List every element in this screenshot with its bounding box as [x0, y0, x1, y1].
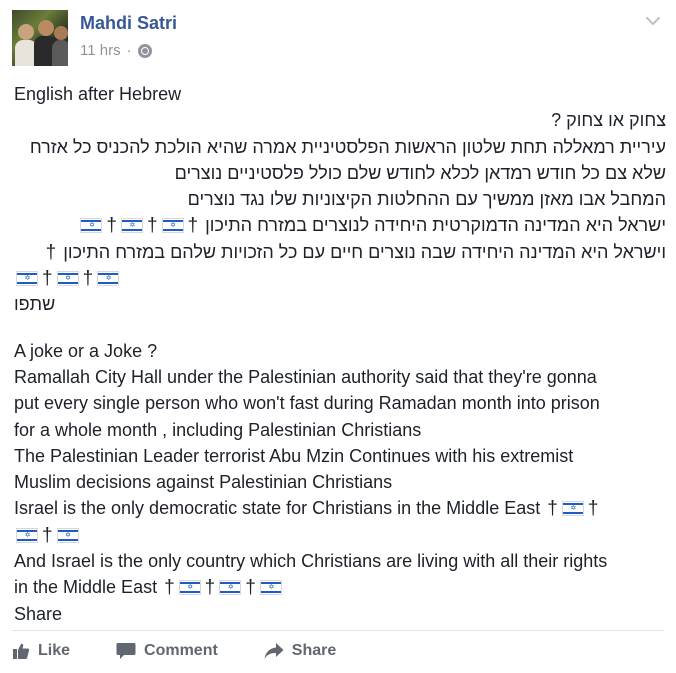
- israel-flag-icon: ✡: [259, 580, 282, 596]
- cross-icon: †: [204, 577, 216, 599]
- israel-flag-icon: ✡: [161, 218, 184, 234]
- cross-icon: †: [42, 524, 53, 546]
- israel-flag-icon: ✡: [56, 527, 79, 543]
- cross-icon: †: [42, 268, 53, 290]
- english-line: And Israel is the only country which Chr…: [14, 551, 608, 572]
- israel-flag-icon: ✡: [178, 580, 201, 596]
- english-line: in the Middle East † ✡ † ✡ † ✡: [14, 574, 666, 600]
- share-arrow-icon: [264, 643, 284, 659]
- israel-flag-icon: ✡: [561, 501, 584, 517]
- hebrew-line: עיריית רמאללה תחת שלטון הראשות הפלסטיניי…: [29, 136, 666, 157]
- cross-icon: †: [547, 498, 558, 520]
- post-timestamp[interactable]: 11 hrs: [80, 42, 121, 59]
- post-message: English after Hebrew צחוק או צחוק ? עירי…: [14, 81, 666, 627]
- cross-icon: †: [587, 498, 599, 520]
- speech-bubble-icon: [116, 643, 136, 659]
- cross-icon: †: [164, 577, 175, 599]
- cross-icon: †: [106, 215, 117, 237]
- israel-flag-icon: ✡: [80, 218, 103, 234]
- israel-flag-icon: ✡: [97, 271, 120, 287]
- comment-button[interactable]: Comment: [116, 636, 218, 666]
- english-line: Muslim decisions against Palestinian Chr…: [14, 472, 393, 493]
- author-name[interactable]: Mahdi Satri: [80, 13, 177, 34]
- avatar[interactable]: [12, 10, 68, 66]
- english-line: Ramallah City Hall under the Palestinian…: [14, 366, 597, 387]
- flag-line: ✡ † ✡ † ✡: [14, 265, 666, 291]
- english-title: A joke or a Joke ?: [14, 340, 158, 361]
- intro-line: English after Hebrew: [14, 84, 182, 104]
- hebrew-line: ישראל היא המדינה הדמוקרטית היחידה לנוצרי…: [14, 212, 666, 238]
- israel-flag-icon: ✡: [219, 580, 242, 596]
- israel-flag-icon: ✡: [16, 527, 38, 543]
- hebrew-share-link: שתפו: [14, 294, 56, 315]
- english-line: Israel is the only democratic state for …: [14, 495, 666, 521]
- post-meta: 11 hrs ·: [80, 42, 152, 59]
- hebrew-line: שלא צם כל חודש רמדאן לכלא לחודש שלם כולל…: [174, 162, 666, 183]
- english-share-link[interactable]: Share: [14, 601, 666, 627]
- thumbs-up-icon: [13, 643, 30, 659]
- hebrew-title: צחוק או צחוק ?: [551, 110, 666, 131]
- english-line: The Palestinian Leader terrorist Abu Mzi…: [14, 445, 574, 466]
- cross-icon: †: [187, 215, 199, 237]
- hebrew-line: וישראל היא המדינה היחידה שבה נוצרים חיים…: [14, 239, 666, 265]
- cross-icon: †: [45, 241, 57, 263]
- hebrew-line: המחבל אבו מאזן ממשיך עם ההחלטות הקיצוניו…: [187, 189, 666, 210]
- facebook-post: Mahdi Satri 11 hrs · English after Hebre…: [0, 0, 676, 673]
- divider: [12, 630, 664, 631]
- english-line: for a whole month , including Palestinia…: [14, 419, 422, 440]
- english-line: put every single person who won't fast d…: [14, 393, 600, 414]
- cross-icon: †: [82, 268, 94, 290]
- flag-line: ✡ † ✡: [14, 522, 666, 548]
- share-button[interactable]: Share: [264, 636, 336, 666]
- like-button[interactable]: Like: [12, 636, 70, 666]
- cross-icon: †: [146, 215, 158, 237]
- globe-icon[interactable]: [137, 43, 152, 58]
- israel-flag-icon: ✡: [56, 271, 79, 287]
- cross-icon: †: [245, 577, 256, 599]
- action-bar: Like Comment Share: [12, 636, 382, 666]
- israel-flag-icon: ✡: [16, 271, 38, 287]
- chevron-down-icon[interactable]: [644, 12, 662, 30]
- israel-flag-icon: ✡: [120, 218, 143, 234]
